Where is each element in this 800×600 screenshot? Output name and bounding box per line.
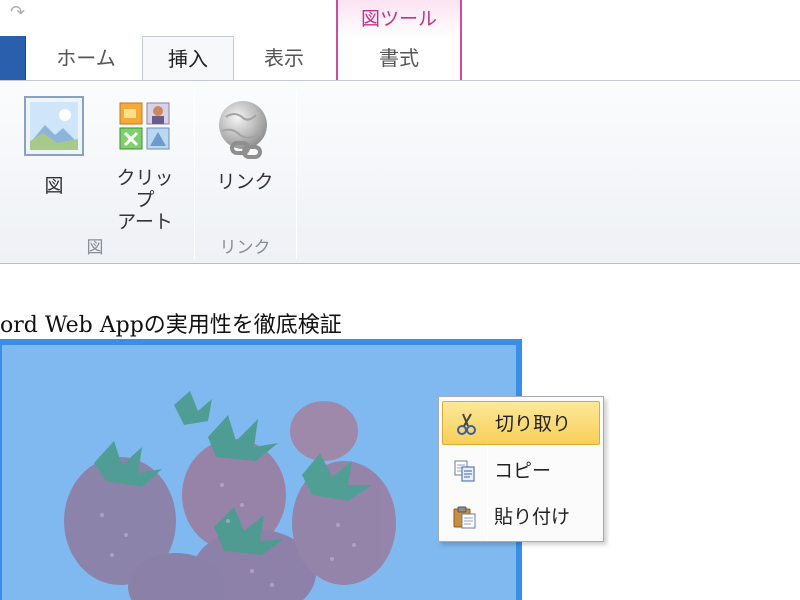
picture-button-label: 図 bbox=[44, 175, 64, 197]
insert-clipart-button[interactable]: クリップ アート bbox=[108, 101, 182, 233]
clipart-icon bbox=[119, 102, 170, 150]
paste-icon bbox=[453, 506, 476, 529]
link-globe-icon bbox=[219, 101, 267, 159]
scissors-icon bbox=[457, 413, 476, 435]
group-separator bbox=[296, 91, 297, 259]
picture-icon bbox=[24, 96, 84, 156]
tab-insert[interactable]: 挿入 bbox=[142, 36, 234, 81]
picture-tools-group: 図ツール 書式 bbox=[336, 0, 462, 80]
menu-item-paste[interactable]: 貼り付け bbox=[442, 495, 600, 539]
context-menu: 切り取り コピー 貼り付け bbox=[438, 396, 604, 542]
menu-item-cut[interactable]: 切り取り bbox=[442, 401, 600, 445]
copy-icon bbox=[454, 460, 475, 482]
group-label-link: リンク bbox=[219, 238, 271, 258]
menu-item-copy[interactable]: コピー bbox=[442, 449, 600, 493]
ribbon-tab-strip: ↷ ホーム 挿入 表示 図ツール 書式 bbox=[0, 0, 800, 81]
menu-item-label: 切り取り bbox=[495, 413, 572, 435]
menu-item-label: 貼り付け bbox=[494, 506, 571, 528]
group-label-image: 図 bbox=[86, 238, 104, 258]
clipart-label-line2: アート bbox=[117, 211, 173, 233]
redo-icon[interactable]: ↷ bbox=[10, 2, 25, 23]
ribbon: 図 クリップ アート リンク 図 リンク bbox=[0, 80, 800, 264]
picture-tools-label: 図ツール bbox=[360, 8, 437, 30]
file-tab[interactable] bbox=[0, 36, 26, 80]
tab-home[interactable]: ホーム bbox=[36, 36, 136, 80]
tab-format[interactable]: 書式 bbox=[338, 36, 460, 80]
clipart-label-line1: クリップ bbox=[116, 167, 174, 211]
group-separator bbox=[194, 91, 195, 259]
document-heading[interactable]: ord Web Appの実用性を徹底検証 bbox=[0, 307, 342, 339]
menu-item-label: コピー bbox=[494, 460, 552, 482]
insert-picture-button[interactable]: 図 bbox=[18, 95, 90, 197]
tab-view[interactable]: 表示 bbox=[238, 36, 330, 80]
insert-link-button[interactable]: リンク bbox=[206, 97, 284, 193]
document-canvas[interactable]: ord Web Appの実用性を徹底検証 bbox=[0, 265, 800, 600]
link-button-label: リンク bbox=[216, 171, 274, 193]
